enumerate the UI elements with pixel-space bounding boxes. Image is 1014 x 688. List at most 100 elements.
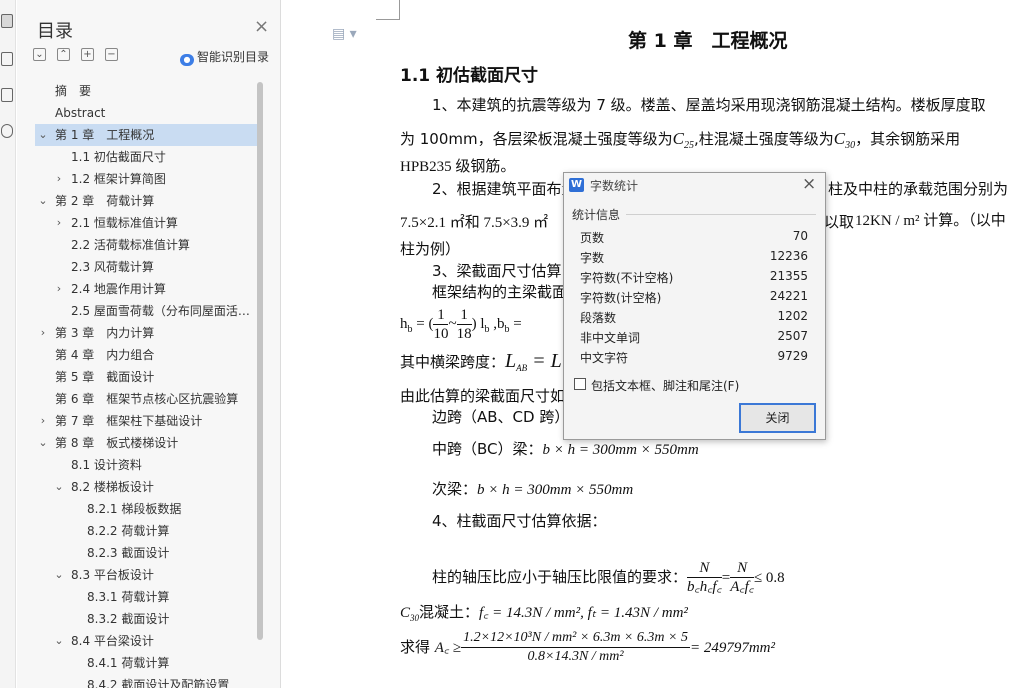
toc-item[interactable]: 第 5 章 截面设计	[35, 366, 257, 388]
toc-item[interactable]: › 第 3 章 内力计算	[35, 322, 257, 344]
smart-toc-button[interactable]: ● 智能识别目录	[180, 48, 269, 66]
axial-num-1: N	[687, 559, 722, 578]
stat-label: 中文字符	[580, 351, 629, 365]
toc-item-label: 8.2 楼梯板设计	[71, 480, 154, 494]
chevron-down-icon[interactable]: ⌄	[37, 190, 49, 212]
fraction-2-num: 1	[456, 306, 472, 325]
collapse-all-icon[interactable]: ⌃	[57, 48, 70, 61]
dialog-titlebar[interactable]: W 字数统计 ×	[564, 173, 825, 197]
toc-item[interactable]: Abstract	[35, 102, 257, 124]
toc-item[interactable]: 8.1 设计资料	[35, 454, 257, 476]
toc-item[interactable]: 8.4.2 截面设计及配筋设置	[35, 674, 257, 688]
chevron-right-icon[interactable]: ›	[53, 278, 65, 300]
hb-eq: = (	[412, 315, 434, 332]
toc-item[interactable]: 8.2.3 截面设计	[35, 542, 257, 564]
toc-item[interactable]: ⌄ 第 2 章 荷载计算	[35, 190, 257, 212]
toc-item[interactable]: 8.2.2 荷载计算	[35, 520, 257, 542]
fraction-1: 1 10	[433, 306, 449, 343]
toc-item[interactable]: ⌄ 第 1 章 工程概况	[35, 124, 257, 146]
paragraph-2a-tail: 柱及中柱的承载范围分别为	[828, 180, 1009, 198]
toc-item[interactable]: 1.1 初估截面尺寸	[35, 146, 257, 168]
remove-icon[interactable]: −	[105, 48, 118, 61]
chevron-down-icon[interactable]: ⌄	[53, 564, 65, 586]
toc-scrollbar[interactable]	[257, 82, 263, 640]
mid-span-math: b × h = 300mm × 550mm	[542, 442, 699, 458]
toc-item[interactable]: 2.5 屋面雪荷载（分布同屋面活荷载）	[35, 300, 257, 322]
paragraph-4: 4、柱截面尺寸估算依据：	[432, 512, 607, 530]
conc-sub: 30	[410, 613, 420, 623]
chevron-down-icon[interactable]: ⌄	[53, 630, 65, 652]
p1b-text: 为 100mm，各层梁板混凝土强度等级为	[400, 130, 673, 148]
chapter-heading: 第 1 章 工程概况	[628, 30, 788, 52]
toc-item-label: 8.3.2 截面设计	[87, 612, 170, 626]
toc-item[interactable]: › 第 7 章 框架柱下基础设计	[35, 410, 257, 432]
toc-panel-icon[interactable]	[1, 14, 13, 28]
chevron-right-icon[interactable]: ›	[53, 168, 65, 190]
toc-item-label: 8.4 平台梁设计	[71, 634, 154, 648]
bb-eq: =	[509, 315, 522, 332]
toc-item[interactable]: 第 4 章 内力组合	[35, 344, 257, 366]
toc-item-label: 8.3 平台板设计	[71, 568, 154, 582]
toc-item[interactable]: 第 6 章 框架节点核心区抗震验算	[35, 388, 257, 410]
toc-item[interactable]: › 2.4 地震作用计算	[35, 278, 257, 300]
expand-all-icon[interactable]: ⌄	[33, 48, 46, 61]
toc-item-label: 2.5 屋面雪荷载（分布同屋面活荷载）	[71, 304, 253, 318]
paragraph-2b-a: 7.5×2.1 ㎡和 7.5×3.9 ㎡	[400, 215, 549, 231]
toc-item[interactable]: › 2.1 恒载标准值计算	[35, 212, 257, 234]
dialog-close-icon[interactable]: ×	[802, 175, 816, 193]
lab-eq: = L	[527, 350, 562, 372]
fraction-2-den: 18	[456, 326, 472, 342]
paragraph-1a: 1、本建筑的抗震等级为 7 级。楼盖、屋盖均采用现浇钢筋混凝土结构。楼板厚度取	[432, 96, 986, 114]
toc-item-label: 1.1 初估截面尺寸	[71, 150, 166, 164]
span-line: 其中横梁跨度：LAB = L	[400, 350, 562, 373]
toc-item-label: 第 6 章 框架节点核心区抗震验算	[55, 392, 239, 406]
toc-item[interactable]: › 1.2 框架计算简图	[35, 168, 257, 190]
include-textbox-checkbox[interactable]	[574, 378, 586, 390]
chevron-right-icon[interactable]: ›	[37, 410, 49, 432]
bb-symbol: ,b	[489, 315, 505, 332]
toc-item[interactable]: 2.3 风荷载计算	[35, 256, 257, 278]
chevron-down-icon[interactable]: ⌄	[53, 476, 65, 498]
chevron-down-icon[interactable]: ⌄	[37, 124, 49, 146]
bookmark-panel-icon[interactable]	[1, 52, 13, 66]
toc-item[interactable]: 摘 要	[35, 80, 257, 102]
toc-item-label: 8.2.1 梯段板数据	[87, 502, 182, 516]
toc-item[interactable]: ⌄ 8.2 楼梯板设计	[35, 476, 257, 498]
toc-item-label: 摘 要	[55, 84, 92, 98]
side-icon-strip	[0, 0, 16, 688]
toc-item[interactable]: 8.3.1 荷载计算	[35, 586, 257, 608]
toc-item[interactable]: ⌄ 8.3 平台板设计	[35, 564, 257, 586]
conc-math: f꜀ = 14.3N / mm², fₜ = 1.43N / mm²	[479, 605, 688, 621]
c25-sub: 25	[683, 140, 694, 151]
stat-value: 2507	[777, 329, 808, 343]
section-heading: 1.1 初估截面尺寸	[400, 66, 539, 86]
toc-item[interactable]: ⌄ 8.4 平台梁设计	[35, 630, 257, 652]
toc-close-icon[interactable]: ×	[254, 18, 269, 36]
toc-item[interactable]: ⌄ 第 8 章 板式楼梯设计	[35, 432, 257, 454]
stats-group-label: 统计信息	[572, 208, 621, 222]
toc-item[interactable]: 8.2.1 梯段板数据	[35, 498, 257, 520]
toc-item-label: 8.2.2 荷载计算	[87, 524, 170, 538]
axial-ratio-label: 柱的轴压比应小于轴压比限值的要求：	[432, 568, 688, 586]
toc-item[interactable]: 8.3.2 截面设计	[35, 608, 257, 630]
add-icon[interactable]: +	[81, 48, 94, 61]
toc-pane: 目录 × ⌄ ⌃ + − ● 智能识别目录 摘 要 Abstract ⌄ 第 1 章 工…	[17, 0, 281, 688]
hb-formula: hb = (1 10 ~1 18) lb ,bb =	[400, 306, 522, 343]
page-panel-icon[interactable]	[1, 88, 13, 102]
include-textbox-label[interactable]: 包括文本框、脚注和尾注(F)	[591, 377, 739, 394]
doc-menu-icon[interactable]: ▤ ▾	[332, 26, 357, 42]
toc-item-label: 2.1 恒载标准值计算	[71, 216, 178, 230]
toc-item[interactable]: 8.4.1 荷载计算	[35, 652, 257, 674]
stat-label: 字符数(不计空格)	[580, 271, 674, 285]
paragraph-2c: 柱为例）	[400, 240, 461, 258]
secondary-beam-math: b × h = 300mm × 550mm	[477, 482, 634, 498]
chevron-right-icon[interactable]: ›	[53, 212, 65, 234]
chevron-down-icon[interactable]: ⌄	[37, 432, 49, 454]
stat-value: 21355	[769, 269, 808, 283]
chevron-right-icon[interactable]: ›	[37, 322, 49, 344]
page-corner-mark	[376, 0, 400, 20]
close-button[interactable]: 关闭	[739, 403, 816, 433]
toc-item[interactable]: 2.2 活荷载标准值计算	[35, 234, 257, 256]
search-panel-icon[interactable]	[1, 124, 13, 138]
toc-item-label: 第 3 章 内力计算	[55, 326, 155, 340]
